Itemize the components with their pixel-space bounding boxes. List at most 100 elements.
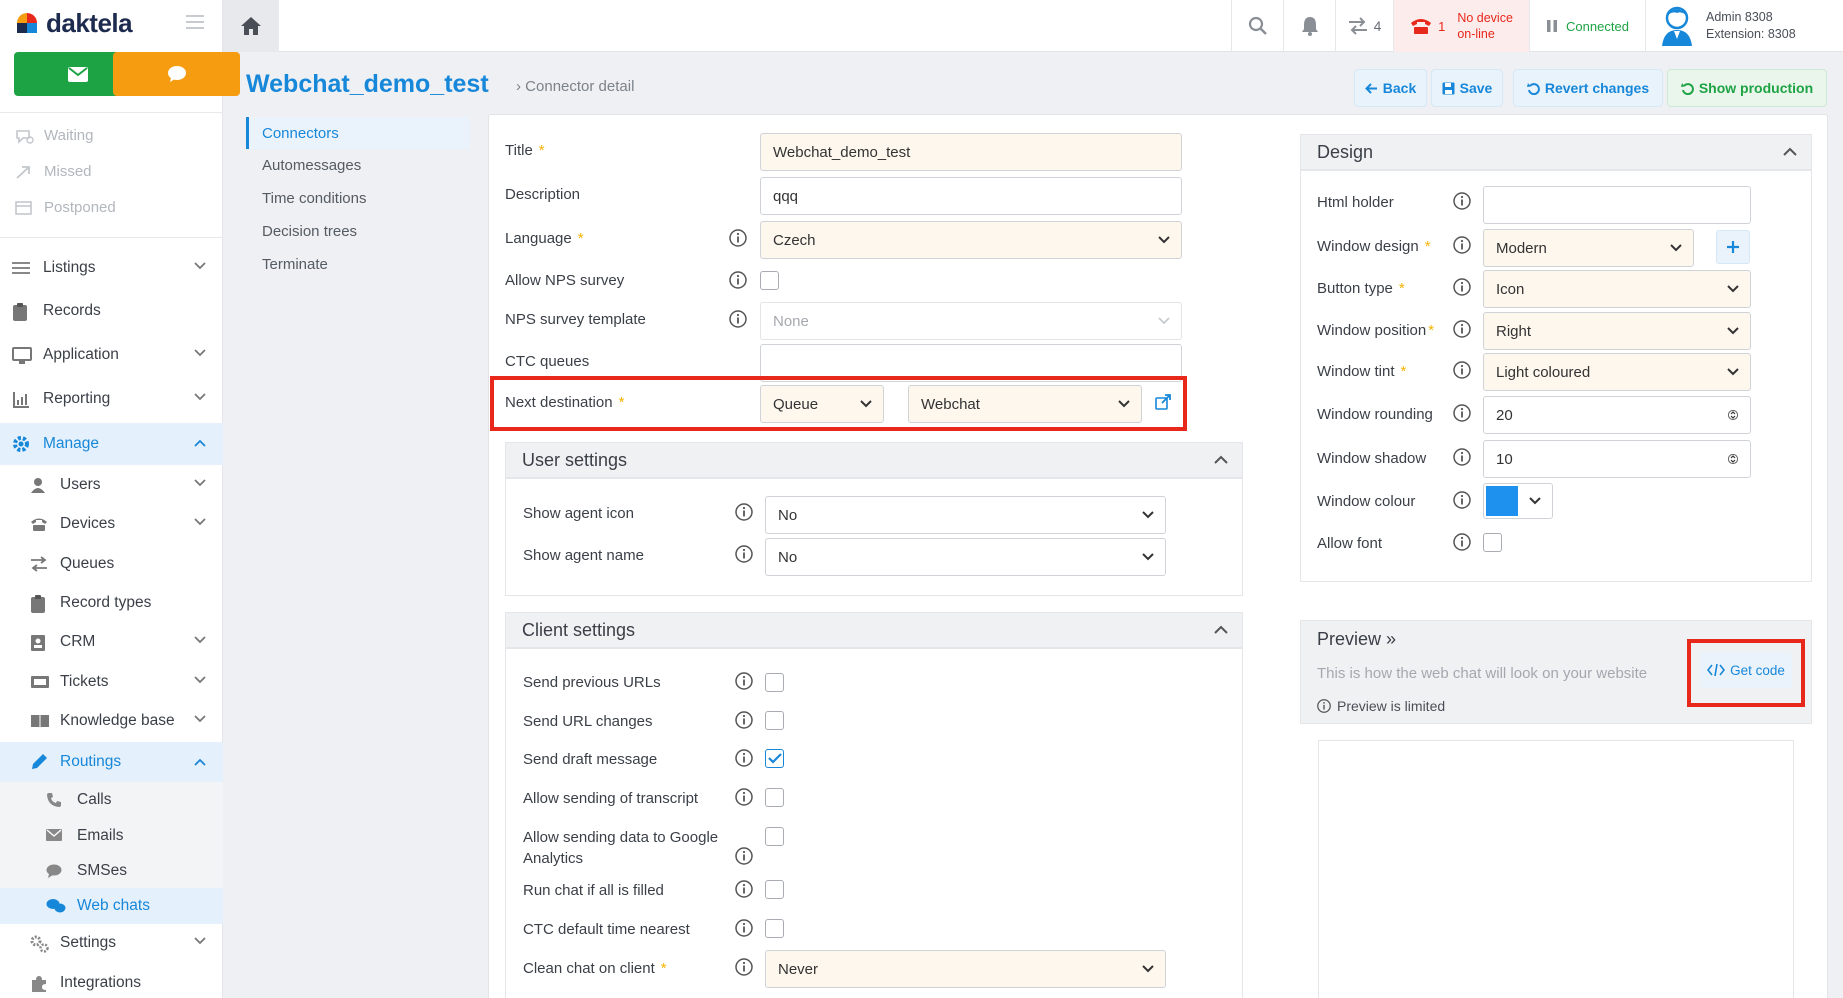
user-settings-header[interactable]: User settings bbox=[505, 442, 1243, 478]
info-icon[interactable] bbox=[1453, 448, 1471, 466]
nav-manage[interactable]: Manage bbox=[0, 423, 223, 465]
nav-devices[interactable]: Devices bbox=[0, 505, 223, 543]
send-previous-urls-checkbox[interactable] bbox=[765, 673, 784, 692]
revert-changes-button[interactable]: Revert changes bbox=[1513, 69, 1663, 107]
nav-users-label: Users bbox=[60, 476, 101, 493]
nav-reporting[interactable]: Reporting bbox=[0, 380, 223, 418]
html-holder-input[interactable] bbox=[1483, 186, 1751, 224]
info-icon[interactable] bbox=[1453, 361, 1471, 379]
nav-knowledge-base[interactable]: Knowledge base bbox=[0, 702, 223, 740]
show-agent-name-select[interactable]: No bbox=[765, 538, 1166, 576]
highlight-next-destination bbox=[490, 376, 1187, 431]
window-rounding-input[interactable]: 20 bbox=[1483, 396, 1751, 434]
info-icon[interactable] bbox=[735, 503, 753, 521]
nav-integrations[interactable]: Integrations bbox=[0, 964, 223, 998]
info-icon[interactable] bbox=[735, 958, 753, 976]
nav-application[interactable]: Application bbox=[0, 336, 223, 374]
info-icon[interactable] bbox=[1453, 192, 1471, 210]
info-icon[interactable] bbox=[735, 672, 753, 690]
nav-routings[interactable]: Routings bbox=[0, 742, 223, 782]
info-icon[interactable] bbox=[735, 847, 753, 865]
subnav-connectors[interactable]: Connectors bbox=[246, 117, 470, 149]
new-chat-button[interactable] bbox=[113, 52, 240, 96]
send-draft-checkbox[interactable] bbox=[765, 749, 784, 768]
window-design-select[interactable]: Modern bbox=[1483, 229, 1694, 267]
send-url-changes-checkbox[interactable] bbox=[765, 711, 784, 730]
user-menu[interactable]: Admin 8308 Extension: 8308 bbox=[1645, 0, 1843, 52]
nav-web-chats[interactable]: Web chats bbox=[0, 888, 223, 924]
info-icon[interactable] bbox=[1453, 236, 1471, 254]
window-tint-select[interactable]: Light coloured bbox=[1483, 353, 1751, 391]
info-icon[interactable] bbox=[1453, 404, 1471, 422]
nav-smses-label: SMSes bbox=[77, 862, 127, 879]
menu-toggle-icon[interactable] bbox=[186, 14, 204, 30]
nav-records[interactable]: Records bbox=[0, 292, 223, 330]
design-header[interactable]: Design bbox=[1300, 134, 1812, 170]
nav-emails[interactable]: Emails bbox=[0, 818, 223, 854]
divider bbox=[0, 112, 223, 113]
nps-survey-checkbox[interactable] bbox=[760, 271, 779, 290]
info-icon[interactable] bbox=[1453, 491, 1471, 509]
connection-status[interactable]: Connected bbox=[1529, 0, 1645, 52]
info-icon[interactable] bbox=[729, 271, 747, 289]
stat-missed[interactable]: Missed bbox=[14, 163, 92, 180]
subnav-decision-trees[interactable]: Decision trees bbox=[246, 215, 470, 247]
home-button[interactable] bbox=[223, 0, 279, 52]
window-shadow-input[interactable]: 10 bbox=[1483, 440, 1751, 478]
nav-calls[interactable]: Calls bbox=[0, 782, 223, 818]
transfers-button[interactable]: 4 bbox=[1335, 0, 1393, 52]
button-type-select[interactable]: Icon bbox=[1483, 270, 1751, 308]
info-icon[interactable] bbox=[729, 229, 747, 247]
stepper-icon[interactable] bbox=[1728, 407, 1738, 423]
stat-waiting[interactable]: Waiting bbox=[14, 127, 93, 144]
info-icon[interactable] bbox=[735, 545, 753, 563]
nps-template-select[interactable]: None bbox=[760, 302, 1182, 340]
info-icon[interactable] bbox=[1453, 320, 1471, 338]
device-status[interactable]: 1 No device on-line bbox=[1393, 0, 1529, 52]
language-select[interactable]: Czech bbox=[760, 221, 1182, 259]
back-button[interactable]: Back bbox=[1354, 69, 1427, 107]
allow-ga-checkbox[interactable] bbox=[765, 827, 784, 846]
gear-icon bbox=[12, 435, 30, 453]
ctc-default-checkbox[interactable] bbox=[765, 919, 784, 938]
window-position-select[interactable]: Right bbox=[1483, 312, 1751, 350]
subnav-terminate[interactable]: Terminate bbox=[246, 248, 470, 280]
preview-title[interactable]: Preview » bbox=[1317, 629, 1396, 650]
notifications-button[interactable] bbox=[1283, 0, 1335, 52]
nav-queues[interactable]: Queues bbox=[0, 545, 223, 583]
allow-transcript-checkbox[interactable] bbox=[765, 788, 784, 807]
title-input[interactable]: Webchat_demo_test bbox=[760, 133, 1182, 171]
search-button[interactable] bbox=[1231, 0, 1283, 52]
info-icon[interactable] bbox=[735, 919, 753, 937]
info-icon[interactable] bbox=[735, 711, 753, 729]
add-design-button[interactable] bbox=[1716, 230, 1750, 264]
nav-smses[interactable]: SMSes bbox=[0, 853, 223, 889]
stat-postponed[interactable]: Postponed bbox=[14, 199, 116, 216]
window-shadow-value: 10 bbox=[1496, 450, 1513, 468]
info-icon[interactable] bbox=[735, 788, 753, 806]
allow-font-checkbox[interactable] bbox=[1483, 533, 1502, 552]
save-button[interactable]: Save bbox=[1431, 69, 1503, 107]
stepper-icon[interactable] bbox=[1728, 451, 1738, 467]
show-production-button[interactable]: Show production bbox=[1667, 69, 1827, 107]
subnav-automessages[interactable]: Automessages bbox=[246, 149, 470, 181]
logo[interactable]: daktela bbox=[14, 6, 133, 40]
nav-listings[interactable]: Listings bbox=[0, 249, 223, 287]
info-icon[interactable] bbox=[735, 880, 753, 898]
nav-users[interactable]: Users bbox=[0, 466, 223, 504]
info-icon[interactable] bbox=[1453, 533, 1471, 551]
nav-settings[interactable]: Settings bbox=[0, 924, 223, 962]
subnav-time-conditions[interactable]: Time conditions bbox=[246, 182, 470, 214]
client-settings-header[interactable]: Client settings bbox=[505, 612, 1243, 648]
nav-crm[interactable]: CRM bbox=[0, 623, 223, 661]
nav-tickets[interactable]: Tickets bbox=[0, 663, 223, 701]
run-chat-checkbox[interactable] bbox=[765, 880, 784, 899]
description-input[interactable]: qqq bbox=[760, 177, 1182, 215]
info-icon[interactable] bbox=[735, 749, 753, 767]
window-colour-picker[interactable] bbox=[1483, 483, 1553, 519]
show-agent-icon-select[interactable]: No bbox=[765, 496, 1166, 534]
info-icon[interactable] bbox=[729, 310, 747, 328]
nav-record-types[interactable]: Record types bbox=[0, 584, 223, 622]
info-icon[interactable] bbox=[1453, 278, 1471, 296]
clean-chat-select[interactable]: Never bbox=[765, 950, 1166, 988]
